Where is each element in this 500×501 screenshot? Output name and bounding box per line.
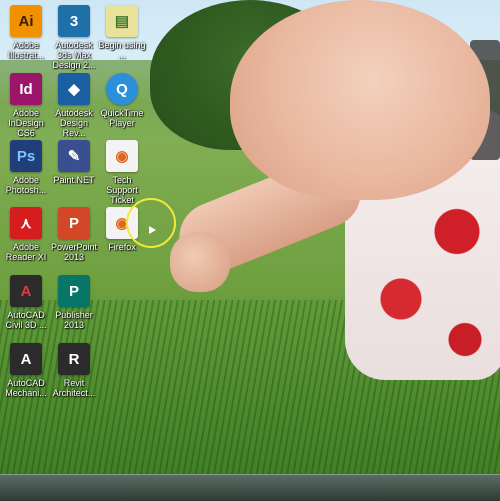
mouse-pointer-icon <box>149 226 156 234</box>
desktop-icon-publisher[interactable]: P Publisher 2013 <box>48 275 100 330</box>
document-icon: ▤ <box>106 5 138 37</box>
3ds-max-icon: 3 <box>58 5 90 37</box>
autocad-civil-icon: A <box>10 275 42 307</box>
desktop-icon-adobe-photoshop[interactable]: Ps Adobe Photosh... <box>0 140 52 195</box>
desktop-icon-adobe-indesign[interactable]: Id Adobe InDesign CS6 <box>0 73 52 138</box>
desktop-icon-label: Adobe Reader XI <box>5 242 47 262</box>
adobe-reader-icon: ⋏ <box>10 207 42 239</box>
cursor-highlight-ring <box>126 198 176 248</box>
design-review-icon: ◆ <box>58 73 90 105</box>
desktop-icon-label: AutoCAD Mechani... <box>5 378 47 398</box>
desktop-icon-autodesk-design-review[interactable]: ◆ Autodesk Design Rev... <box>48 73 100 138</box>
desktop-icon-autocad-mechanical[interactable]: A AutoCAD Mechani... <box>0 343 52 398</box>
paint-net-icon: ✎ <box>58 140 90 172</box>
desktop-icon-label: Paint.NET <box>53 175 95 185</box>
desktop-icon-label: Adobe Illustrat... <box>7 40 45 60</box>
desktop-icon-label: QuickTime Player <box>100 108 144 128</box>
desktop-icon-paint-net[interactable]: ✎ Paint.NET <box>48 140 100 185</box>
wallpaper-baby-hand <box>170 232 230 292</box>
desktop-icon-label: Revit Architect... <box>52 378 96 398</box>
desktop-icon-label: PowerPoint 2013 <box>50 242 98 262</box>
revit-icon: R <box>58 343 90 375</box>
desktop-icon-label: Adobe InDesign CS6 <box>8 108 44 138</box>
desktop-icon-adobe-reader[interactable]: ⋏ Adobe Reader XI <box>0 207 52 262</box>
desktop-icon-tech-support-ticket[interactable]: ◉ Tech Support Ticket <box>96 140 148 205</box>
illustrator-icon: Ai <box>10 5 42 37</box>
desktop-icon-autodesk-3ds-max[interactable]: 3 Autodesk 3ds Max Design 2... <box>48 5 100 70</box>
firefox-icon: ◉ <box>106 140 138 172</box>
desktop-icon-revit-architecture[interactable]: R Revit Architect... <box>48 343 100 398</box>
desktop-icon-quicktime[interactable]: Q QuickTime Player <box>96 73 148 128</box>
quicktime-icon: Q <box>106 73 138 105</box>
desktop-icon-adobe-illustrator[interactable]: Ai Adobe Illustrat... <box>0 5 52 60</box>
publisher-icon: P <box>58 275 90 307</box>
desktop-icon-label: Publisher 2013 <box>55 310 93 330</box>
wallpaper-baby-head <box>230 0 490 200</box>
desktop-icon-label: Adobe Photosh... <box>5 175 47 195</box>
desktop-icon-begin-using[interactable]: ▤ Begin using ... <box>96 5 148 60</box>
taskbar[interactable] <box>0 474 500 501</box>
photoshop-icon: Ps <box>10 140 42 172</box>
powerpoint-icon: P <box>58 207 90 239</box>
indesign-icon: Id <box>10 73 42 105</box>
desktop-icon-label: Begin using ... <box>98 40 146 60</box>
desktop-icon-powerpoint[interactable]: P PowerPoint 2013 <box>48 207 100 262</box>
desktop-icon-autocad-civil-3d[interactable]: A AutoCAD Civil 3D ... <box>0 275 52 330</box>
desktop-icon-label: AutoCAD Civil 3D ... <box>5 310 47 330</box>
desktop-icon-label: Autodesk Design Rev... <box>55 108 93 138</box>
desktop-icon-label: Autodesk 3ds Max Design 2... <box>52 40 96 70</box>
desktop-wallpaper[interactable]: Ai Adobe Illustrat... 3 Autodesk 3ds Max… <box>0 0 500 474</box>
autocad-mechanical-icon: A <box>10 343 42 375</box>
